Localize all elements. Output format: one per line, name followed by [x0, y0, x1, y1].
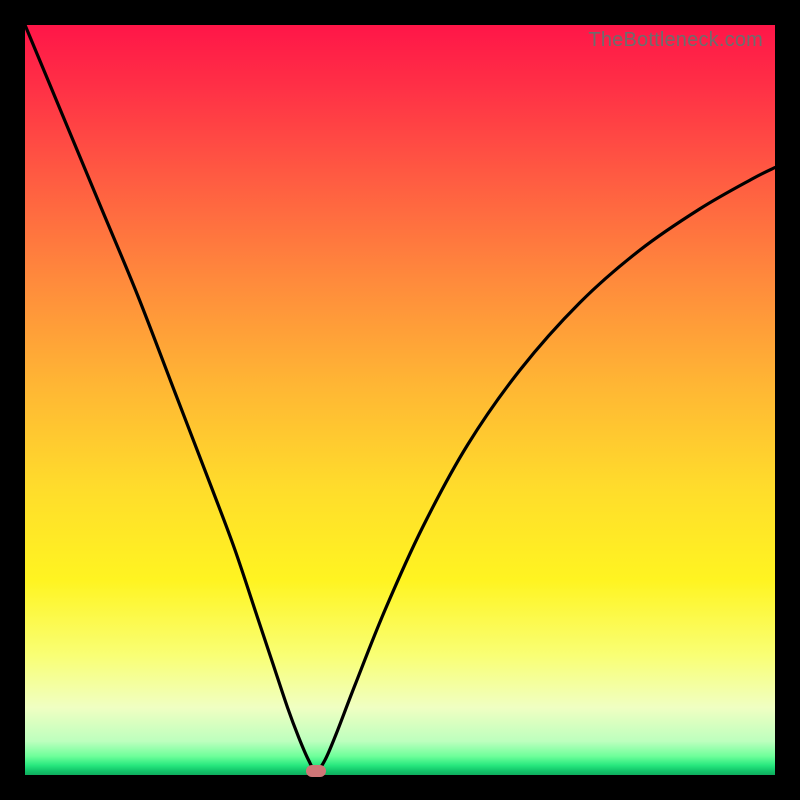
bottleneck-min-marker [306, 765, 326, 777]
plot-area: TheBottleneck.com [25, 25, 775, 775]
bottleneck-curve [25, 25, 775, 775]
